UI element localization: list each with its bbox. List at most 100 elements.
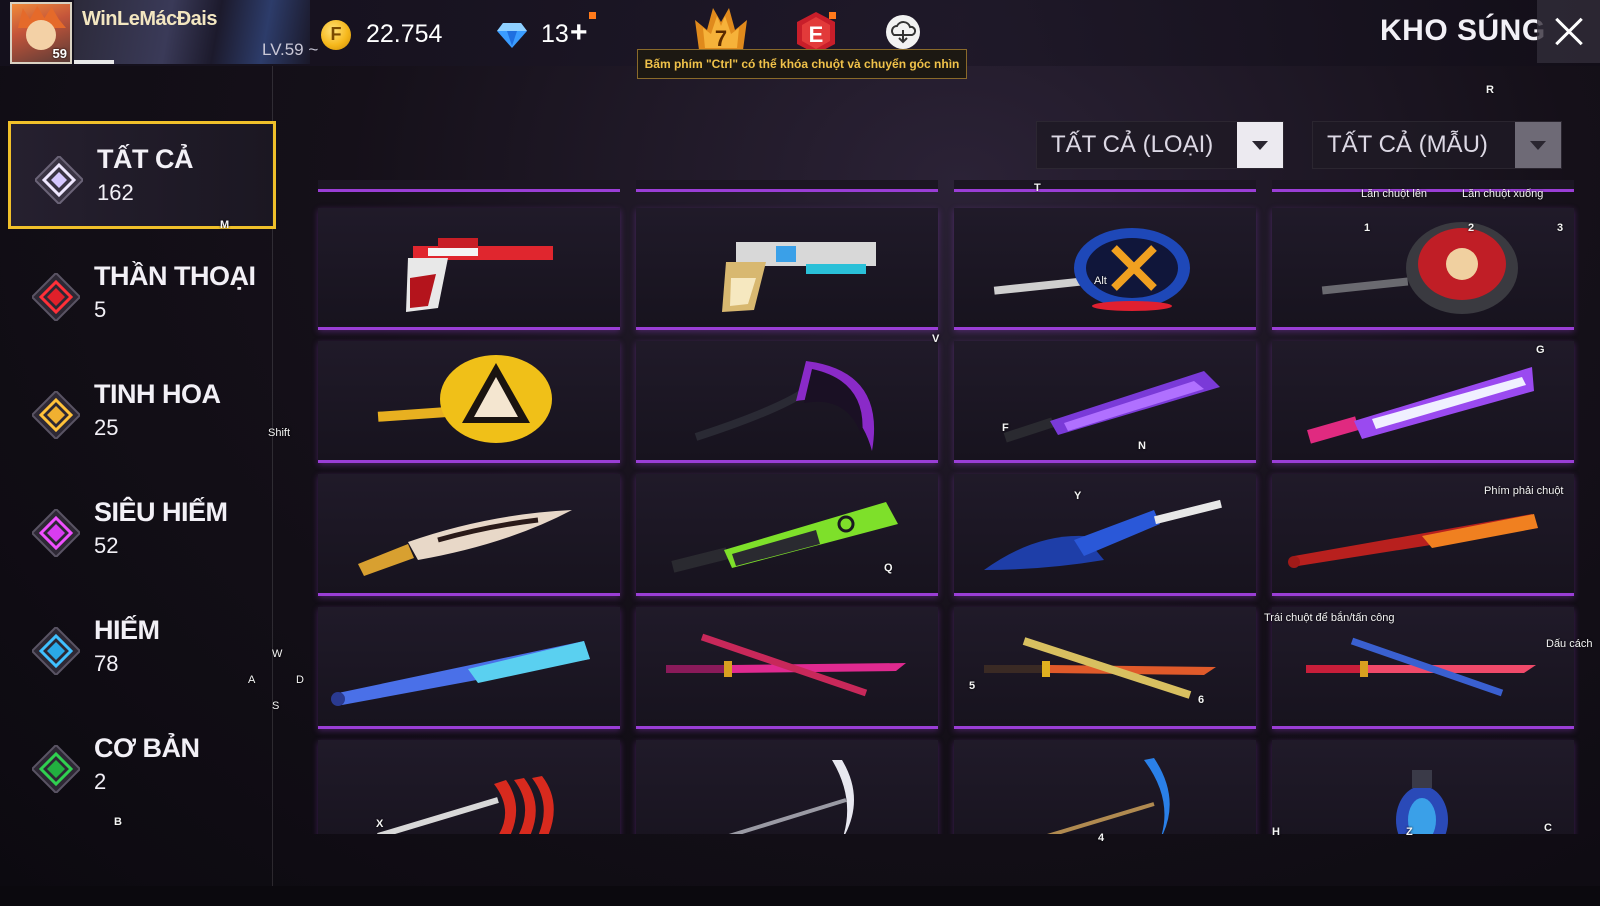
revolver-icon: [406, 238, 553, 312]
key-hint-s: S: [272, 700, 280, 712]
key-hint-z: Z: [1406, 826, 1413, 838]
ctrl-hint-tooltip: Bấm phím "Ctrl" có thể khóa chuột và chu…: [637, 49, 967, 79]
weapon-card-scythe-gold[interactable]: [954, 740, 1256, 834]
category-count: 25: [94, 415, 119, 440]
weapon-card-revolver-red[interactable]: [318, 208, 620, 330]
katana-icon: [984, 637, 1216, 699]
diamond-rarity-icon: [32, 627, 80, 675]
player-level: LV.59 ~: [262, 40, 319, 59]
weapon-card-katana-pink[interactable]: [636, 607, 938, 729]
weapon-card-scythe-silver[interactable]: [636, 740, 938, 834]
avatar-level-badge: 59: [52, 46, 67, 61]
add-diamond-button[interactable]: +: [570, 16, 588, 50]
coin-balance: 22.754: [366, 20, 443, 48]
elite-pass-letter: E: [809, 22, 824, 47]
category-count: 78: [94, 651, 119, 676]
weapon-card-scythe-purple[interactable]: [636, 341, 938, 463]
weapon-card-machete-green[interactable]: [636, 474, 938, 596]
page-title: KHO SÚNG: [1380, 14, 1546, 47]
diamond-balance: 13: [541, 20, 569, 48]
cloud-download-icon[interactable]: [885, 14, 921, 50]
katana-icon: [1306, 637, 1536, 697]
claw-icon: [377, 776, 554, 834]
avatar-face: [26, 20, 56, 50]
diamond-rarity-icon: [35, 156, 83, 204]
key-hint-h: H: [1272, 826, 1280, 838]
katana-icon: [666, 633, 906, 697]
type-filter-dropdown[interactable]: TẤT CẢ (LOẠI): [1036, 121, 1284, 169]
weapon-card-pan-gold[interactable]: [318, 341, 620, 463]
weapon-card-bat-blue[interactable]: [318, 607, 620, 729]
weapon-card-dagger-gold[interactable]: [318, 474, 620, 596]
key-hint-q: Q: [884, 562, 893, 574]
frying-pan-icon: [377, 355, 552, 443]
grenade-icon: [1396, 770, 1448, 834]
key-hint-5: 5: [969, 680, 976, 692]
frying-pan-icon: [993, 228, 1190, 311]
machete-icon: [1003, 371, 1220, 443]
weapon-card-revolver-gold[interactable]: [636, 208, 938, 330]
category-name: SIÊU HIẾM: [94, 497, 228, 527]
category-count: 2: [94, 769, 107, 794]
key-hint-y: Y: [1074, 490, 1082, 502]
weapon-card-machete-purple[interactable]: [954, 341, 1256, 463]
weapon-card-katana-red[interactable]: [1272, 607, 1574, 729]
category-count: 162: [97, 180, 134, 205]
key-hint-shift: Shift: [268, 427, 291, 439]
close-button[interactable]: [1537, 0, 1600, 63]
key-hint-a: A: [248, 674, 256, 686]
category-sidebar: TẤT CẢ 162 THẦN THOẠI 5 TINH HOA 25 SIÊU…: [0, 88, 276, 906]
key-hint-x: X: [376, 818, 384, 830]
weapon-card-katana-gold[interactable]: [954, 607, 1256, 729]
category-name: THẦN THOẠI: [94, 261, 256, 291]
weapon-grid: [300, 180, 1580, 834]
diamond-icon: [497, 23, 527, 48]
key-hint-2: 2: [1468, 222, 1475, 234]
key-hint-alt: Alt: [1094, 275, 1107, 287]
category-rare[interactable]: HIẾM 78: [8, 595, 276, 703]
frying-pan-icon: [1321, 222, 1518, 314]
skin-filter-label: TẤT CẢ (MẪU): [1327, 131, 1488, 158]
key-hint-t: T: [1034, 182, 1041, 194]
weapon-card-sawfish-blade[interactable]: [954, 474, 1256, 596]
weapon-card-pan-red[interactable]: [1272, 208, 1574, 330]
category-super-rare[interactable]: SIÊU HIẾM 52: [8, 477, 276, 585]
chevron-down-icon[interactable]: [1515, 122, 1561, 168]
chevron-down-icon[interactable]: [1237, 122, 1283, 168]
weapon-card-grenade-blue[interactable]: [1272, 740, 1574, 834]
category-all[interactable]: TẤT CẢ 162: [8, 121, 276, 229]
key-hint-space: Dấu cách: [1546, 638, 1593, 650]
category-basic[interactable]: CƠ BẢN 2: [8, 713, 276, 821]
key-hint-m: M: [220, 219, 230, 231]
skin-filter-dropdown[interactable]: TẤT CẢ (MẪU): [1312, 121, 1562, 169]
scythe-icon: [694, 361, 875, 451]
player-avatar[interactable]: 59: [10, 2, 72, 64]
elite-notification-dot: [829, 12, 836, 19]
weapon-card-pan-blue[interactable]: [954, 208, 1256, 330]
baseball-bat-icon: [331, 641, 590, 706]
notification-dot: [589, 12, 596, 19]
key-hint-w: W: [272, 648, 283, 660]
category-mythic[interactable]: THẦN THOẠI 5: [8, 241, 276, 349]
key-hint-wheel-down: Lăn chuột xuống: [1462, 188, 1544, 200]
player-name: WinLeMácĐais: [82, 8, 217, 30]
scythe-icon: [728, 760, 854, 834]
rank-badge-icon[interactable]: 7: [695, 6, 747, 54]
diamond-rarity-icon: [32, 273, 80, 321]
weapon-card-claw-red[interactable]: [318, 740, 620, 834]
category-elite[interactable]: TINH HOA 25: [8, 359, 276, 467]
category-count: 5: [94, 297, 107, 322]
scythe-icon: [1047, 758, 1170, 834]
category-name: CƠ BẢN: [94, 733, 200, 763]
key-hint-3: 3: [1557, 222, 1564, 234]
key-hint-wheel-up: Lăn chuột lên: [1361, 188, 1428, 200]
diamond-rarity-icon: [32, 745, 80, 793]
key-hint-d: D: [296, 674, 304, 686]
weapon-card-machete-chromo[interactable]: [1272, 341, 1574, 463]
sawfish-blade-icon: [984, 499, 1222, 570]
key-hint-f: F: [1002, 422, 1009, 434]
category-name: TẤT CẢ: [97, 144, 193, 174]
key-hint-g: G: [1536, 344, 1545, 356]
key-hint-left-click: Trái chuột để bắn/tấn công: [1264, 612, 1395, 624]
category-name: HIẾM: [94, 615, 160, 645]
